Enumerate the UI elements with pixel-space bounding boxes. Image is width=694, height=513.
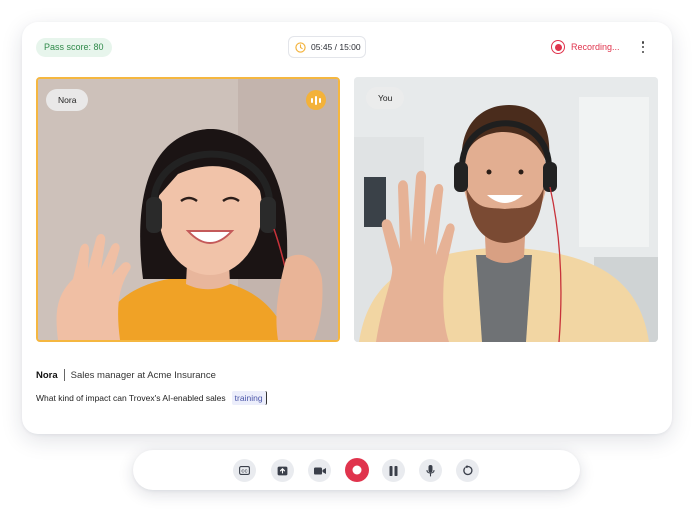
call-timer: 05:45 / 15:00 [288,36,366,58]
transcript-text: What kind of impact can Trovex's AI-enab… [36,393,226,403]
clock-icon [295,41,306,53]
call-controls-bar: CC [133,450,580,490]
captions-icon: CC [239,466,250,475]
restart-icon [463,465,473,476]
camera-icon [313,467,326,474]
camera-button[interactable] [308,459,331,482]
pause-icon [389,465,398,476]
recording-indicator: Recording... [551,39,620,55]
video-tile-nora[interactable]: Nora [36,77,340,342]
more-options-icon[interactable] [638,39,648,55]
video-tile-you[interactable]: You [354,77,658,342]
divider [63,369,65,381]
microphone-button[interactable] [419,459,442,482]
pause-button[interactable] [382,459,405,482]
recording-label: Recording... [571,42,620,52]
record-icon [352,465,362,475]
participant-video-you [354,77,658,342]
captions-button[interactable]: CC [233,459,256,482]
speaker-name: Nora [36,369,58,381]
participant-name-nora: Nora [46,89,89,111]
speaking-indicator-icon [306,90,326,110]
svg-text:CC: CC [241,468,247,473]
timer-text: 05:45 / 15:00 [311,42,361,52]
transcript-highlight: training [231,391,267,405]
participant-video-nora [38,79,338,340]
transcript-speaker: Nora Sales manager at Acme Insurance [36,369,216,381]
restart-button[interactable] [456,459,479,482]
participant-name-you: You [366,87,405,109]
share-screen-icon [277,466,288,475]
pass-score-badge: Pass score: 80 [36,38,112,57]
speaker-role: Sales manager at Acme Insurance [70,369,216,381]
live-transcript: What kind of impact can Trovex's AI-enab… [36,391,267,405]
share-screen-button[interactable] [271,459,294,482]
recording-icon [551,40,565,54]
microphone-icon [426,464,435,477]
record-button[interactable] [345,458,369,482]
